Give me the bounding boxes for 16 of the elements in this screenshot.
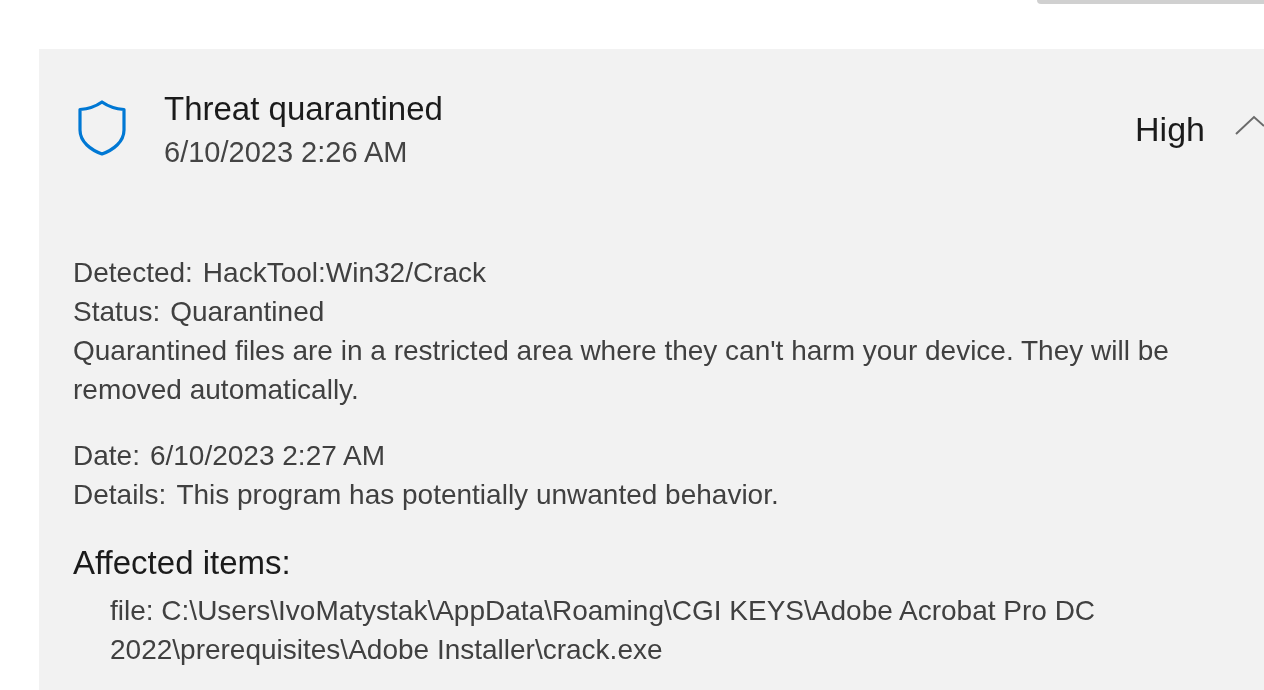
field-label: Detected: [73, 256, 193, 290]
severity-label: High [1135, 109, 1205, 150]
field-label: Date: [73, 439, 140, 473]
field-value: 6/10/2023 2:27 AM [149, 439, 385, 473]
field-label: Status: [73, 295, 161, 329]
threat-title: Threat quarantined [164, 89, 443, 129]
affected-file-path: file: C:\Users\IvoMatystak\AppData\Roaming\CGI KEYS\Adobe Acrobat Pro DC 2022\prerequisites\Adobe Installer\crack.exe [110, 594, 1097, 667]
field-value: HackTool:Win32/Crack [202, 256, 487, 290]
status-description: Quarantined files are in a restricted area where they can't harm your device. They will be removed automatically. [73, 334, 1170, 407]
field-label: Details: [73, 478, 167, 512]
shield-icon [77, 100, 127, 156]
affected-items-heading: Affected items: [73, 543, 292, 583]
chevron-up-icon[interactable] [1235, 115, 1264, 135]
threat-timestamp: 6/10/2023 2:26 AM [164, 135, 408, 170]
field-value: This program has potentially unwanted behavior. [176, 478, 779, 512]
field-value: Quarantined [170, 295, 325, 329]
